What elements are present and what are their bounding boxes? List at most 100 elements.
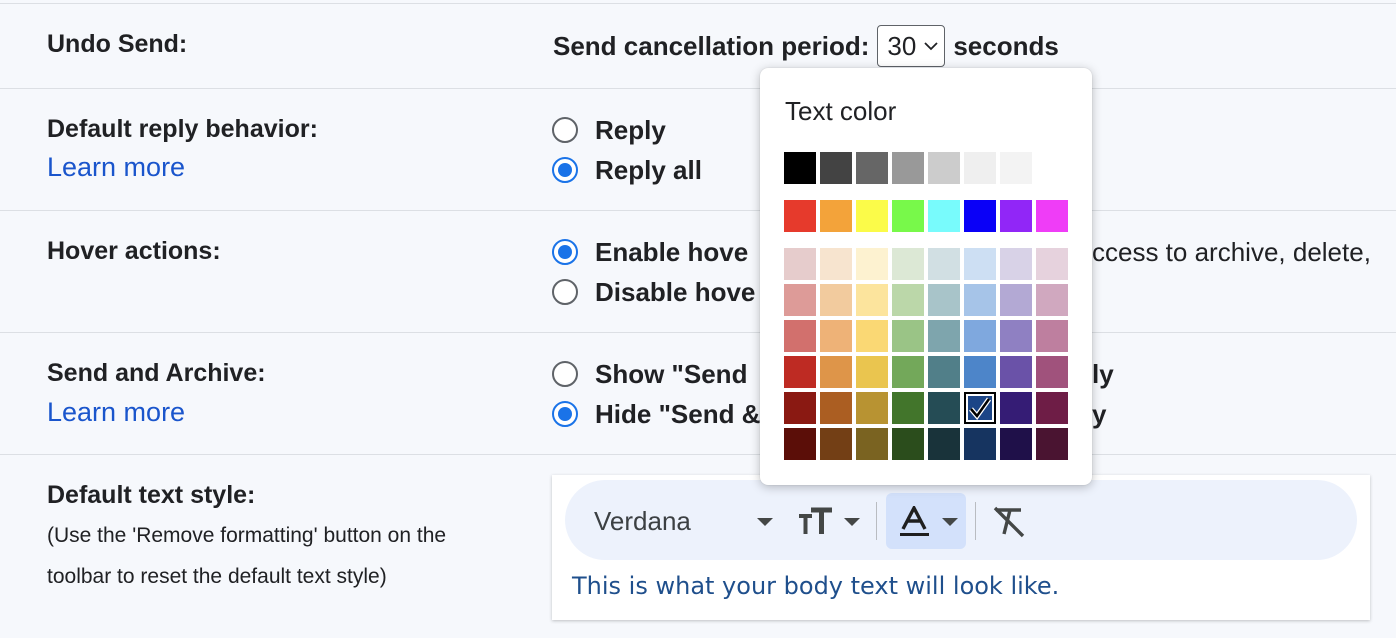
reply-radio[interactable] (552, 117, 578, 143)
enable-hover-option-label: Enable hove (595, 236, 749, 267)
cancellation-period-select[interactable]: 30 (877, 25, 946, 67)
color-swatch[interactable] (1036, 248, 1068, 280)
color-swatch[interactable] (892, 356, 924, 388)
color-swatch[interactable] (928, 152, 960, 184)
enable-hover-option[interactable]: Enable hove (552, 236, 749, 267)
color-swatch[interactable] (928, 356, 960, 388)
color-swatch[interactable] (1000, 248, 1032, 280)
hide-send-archive-radio[interactable] (552, 401, 578, 427)
color-swatch[interactable] (928, 284, 960, 316)
color-swatch[interactable] (1000, 320, 1032, 352)
color-swatch[interactable] (928, 320, 960, 352)
color-swatch[interactable] (784, 152, 816, 184)
show-send-archive-option[interactable]: Show "Send (552, 359, 747, 389)
color-swatch[interactable] (892, 284, 924, 316)
color-swatch[interactable] (1000, 284, 1032, 316)
color-swatch[interactable] (820, 248, 852, 280)
color-swatch[interactable] (1036, 356, 1068, 388)
disable-hover-radio[interactable] (552, 279, 578, 305)
color-swatch[interactable] (892, 392, 924, 424)
hide-send-archive-trailing-text: y (1092, 398, 1107, 429)
color-swatch[interactable] (856, 428, 888, 460)
color-swatch[interactable] (856, 320, 888, 352)
section-divider (0, 210, 1396, 211)
reply-option[interactable]: Reply (552, 115, 666, 145)
color-swatch[interactable] (1036, 320, 1068, 352)
color-swatch[interactable] (1000, 356, 1032, 388)
color-swatch[interactable] (820, 320, 852, 352)
color-swatch[interactable] (856, 392, 888, 424)
color-swatch[interactable] (856, 152, 888, 184)
color-swatch[interactable] (856, 248, 888, 280)
color-swatch[interactable] (820, 392, 852, 424)
color-swatch[interactable] (892, 152, 924, 184)
color-swatch[interactable] (928, 428, 960, 460)
undo-send-setting: Send cancellation period: 30 seconds (553, 25, 1059, 67)
color-swatch[interactable] (784, 392, 816, 424)
toolbar-separator (975, 502, 976, 540)
color-swatch[interactable] (1000, 152, 1032, 184)
color-swatch[interactable] (820, 200, 852, 232)
text-style-note-line1: (Use the 'Remove formatting' button on t… (47, 524, 447, 547)
color-swatch[interactable] (784, 356, 816, 388)
disable-hover-option[interactable]: Disable hove (552, 277, 755, 307)
undo-send-label: Undo Send: (47, 30, 188, 58)
color-swatch[interactable] (964, 320, 996, 352)
remove-formatting-icon[interactable] (993, 506, 1027, 538)
color-swatch[interactable] (928, 392, 960, 424)
color-swatch[interactable] (1000, 200, 1032, 232)
hover-actions-label: Hover actions: (47, 237, 221, 265)
color-swatch[interactable] (892, 320, 924, 352)
font-family-select[interactable]: Verdana (594, 506, 691, 537)
hide-send-archive-option[interactable]: Hide "Send & (552, 399, 760, 429)
reply-behavior-label: Default reply behavior: (47, 115, 318, 143)
color-swatch[interactable] (784, 320, 816, 352)
color-swatch[interactable] (964, 356, 996, 388)
text-color-button[interactable] (886, 493, 966, 549)
enable-hover-radio[interactable] (552, 239, 578, 265)
send-archive-learn-more-link[interactable]: Learn more (47, 397, 185, 428)
color-swatch[interactable] (784, 200, 816, 232)
text-style-label: Default text style: (47, 481, 256, 509)
color-swatch[interactable] (964, 200, 996, 232)
color-swatch[interactable] (1000, 428, 1032, 460)
font-dropdown-arrow-icon[interactable] (756, 517, 774, 527)
font-size-dropdown-arrow-icon[interactable] (843, 517, 861, 527)
color-swatch[interactable] (820, 428, 852, 460)
color-swatch[interactable] (964, 152, 996, 184)
show-send-archive-radio[interactable] (552, 361, 578, 387)
color-swatch[interactable] (928, 248, 960, 280)
section-divider (0, 88, 1396, 89)
color-swatch[interactable] (820, 356, 852, 388)
font-size-icon[interactable] (798, 506, 834, 536)
section-divider (0, 3, 1396, 4)
color-swatch[interactable] (1036, 428, 1068, 460)
color-swatch[interactable] (856, 356, 888, 388)
text-style-preview: Verdana This is what your body text will… (552, 475, 1370, 620)
reply-all-radio[interactable] (552, 157, 578, 183)
color-swatch[interactable] (1036, 200, 1068, 232)
reply-all-option[interactable]: Reply all (552, 155, 702, 185)
reply-behavior-learn-more-link[interactable]: Learn more (47, 152, 185, 183)
color-swatch[interactable] (784, 284, 816, 316)
color-swatch[interactable] (784, 248, 816, 280)
color-swatch[interactable] (1036, 152, 1068, 184)
color-swatch[interactable] (856, 284, 888, 316)
color-swatch[interactable] (820, 284, 852, 316)
color-swatch[interactable] (820, 152, 852, 184)
text-style-note-line2: toolbar to reset the default text style) (47, 565, 387, 588)
color-swatch[interactable] (1036, 284, 1068, 316)
color-swatch[interactable] (892, 248, 924, 280)
color-swatch[interactable] (892, 200, 924, 232)
color-swatch[interactable] (964, 392, 996, 424)
color-swatch[interactable] (928, 200, 960, 232)
color-swatch[interactable] (1000, 392, 1032, 424)
color-swatch[interactable] (964, 248, 996, 280)
color-swatch[interactable] (856, 200, 888, 232)
color-swatch[interactable] (964, 284, 996, 316)
text-color-popup-title: Text color (785, 96, 897, 126)
color-swatch[interactable] (892, 428, 924, 460)
color-swatch[interactable] (964, 428, 996, 460)
color-swatch[interactable] (1036, 392, 1068, 424)
color-swatch[interactable] (784, 428, 816, 460)
